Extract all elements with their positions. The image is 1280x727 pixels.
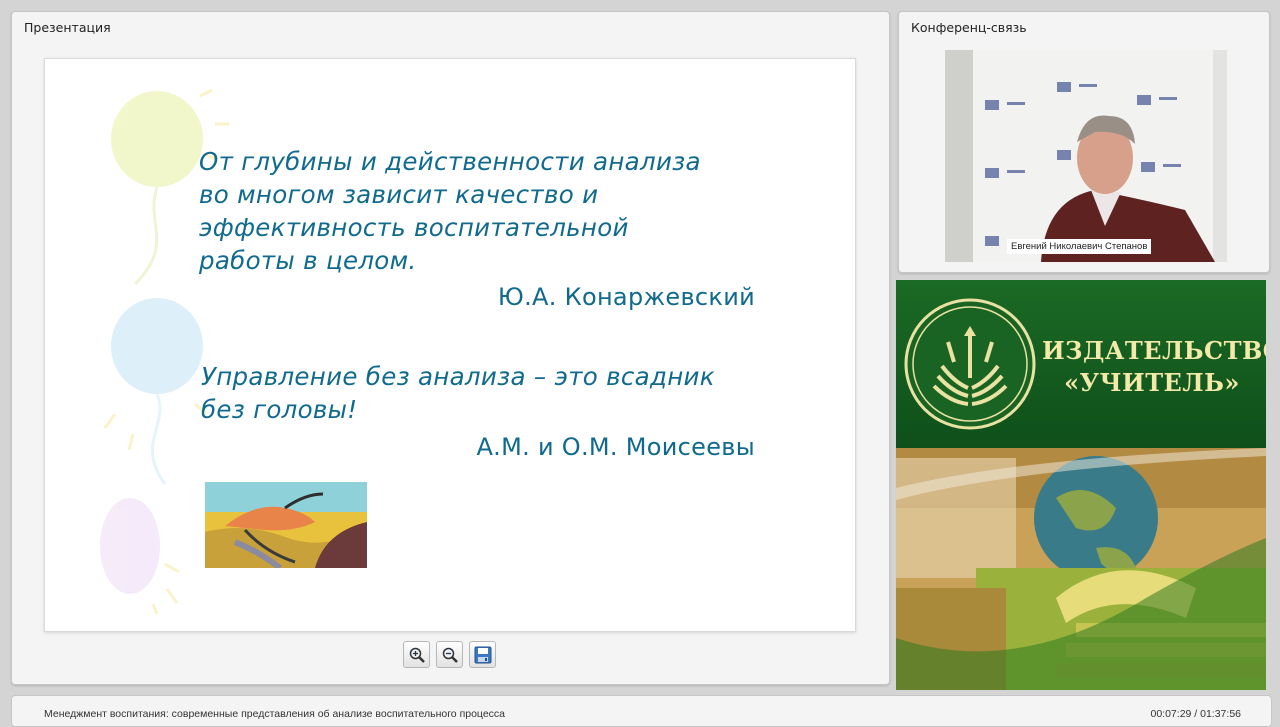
footer-bar: Менеджмент воспитания: современные предс… <box>11 695 1272 727</box>
quote-1-line: От глубины и действенности анализа <box>199 147 701 176</box>
speaker-video-image <box>945 50 1227 262</box>
zoom-out-button[interactable] <box>436 641 463 668</box>
slide: От глубины и действенности анализа во мн… <box>44 58 856 632</box>
quote-2: Управление без анализа – это всадник без… <box>201 360 715 426</box>
floppy-disk-icon <box>474 646 492 664</box>
quote-1-line: эффективность воспитательной <box>199 213 629 242</box>
presentation-title: Презентация <box>24 20 111 35</box>
conference-title: Конференц-связь <box>911 20 1027 35</box>
conference-panel: Конференц-связь Евгений Николаевич Степа… <box>898 11 1270 273</box>
quote-2-line: без головы! <box>201 395 358 424</box>
publisher-banner-top: ИЗДАТЕЛЬСТВО «УЧИТЕЛЬ» <box>896 280 1266 448</box>
presentation-panel: Презентация От глубины и действенности а… <box>11 11 890 685</box>
publisher-name-line1: ИЗДАТЕЛЬСТВО <box>1042 336 1266 365</box>
rider-clipart-image <box>205 482 367 568</box>
save-button[interactable] <box>469 641 496 668</box>
quote-1-author: Ю.А. Конаржевский <box>497 283 755 311</box>
books-globe-image <box>896 448 1266 690</box>
zoom-in-button[interactable] <box>403 641 430 668</box>
quote-2-author: А.М. и О.М. Моисеевы <box>476 433 755 461</box>
speaker-name-tag: Евгений Николаевич Степанов <box>1007 239 1152 254</box>
quote-1: От глубины и действенности анализа во мн… <box>199 145 701 277</box>
quote-2-line: Управление без анализа – это всадник <box>201 362 715 391</box>
quote-1-line: во многом зависит качество и <box>199 180 599 209</box>
zoom-in-icon <box>409 647 425 663</box>
lecture-title: Менеджмент воспитания: современные предс… <box>44 708 506 720</box>
zoom-out-icon <box>442 647 458 663</box>
playback-time: 00:07:29 / 01:37:56 <box>1150 708 1242 720</box>
publisher-banner[interactable]: ИЗДАТЕЛЬСТВО «УЧИТЕЛЬ» <box>896 280 1266 690</box>
video-feed: Евгений Николаевич Степанов <box>945 50 1227 262</box>
quote-1-line: работы в целом. <box>199 246 417 275</box>
publisher-logo-icon <box>904 298 1036 430</box>
publisher-name-line2: «УЧИТЕЛЬ» <box>1064 368 1240 397</box>
